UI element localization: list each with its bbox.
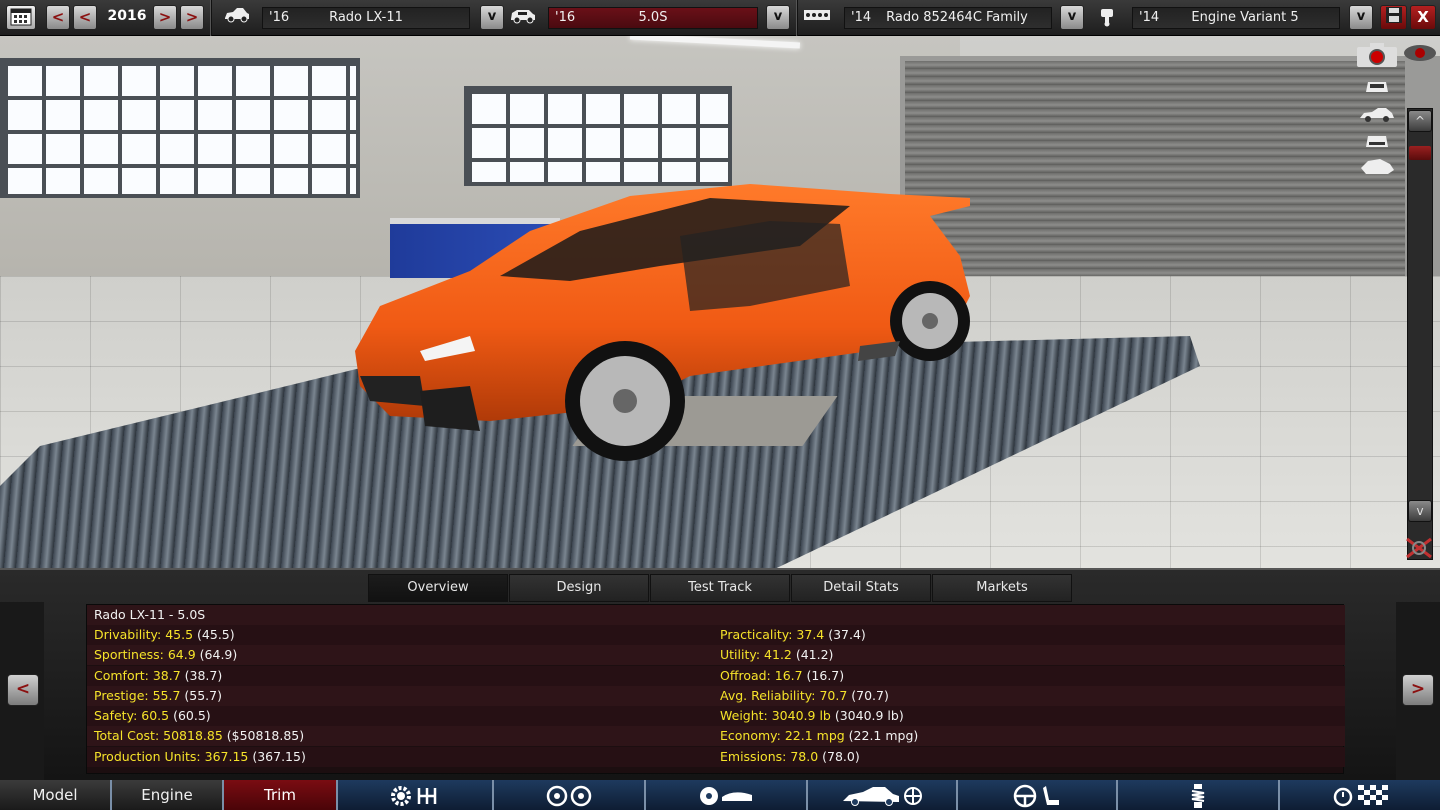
reset-view-icon[interactable] <box>1402 534 1436 562</box>
front-view-icon[interactable] <box>1358 76 1396 96</box>
trim-name: 5.0S <box>638 10 668 25</box>
stat-row: Production Units: 367.15 (367.15) Emissi… <box>87 747 1345 767</box>
garage-window-left <box>0 58 360 198</box>
model-name: Rado LX-11 <box>329 10 403 25</box>
car-body-icon <box>841 786 923 806</box>
year-next-button[interactable]: > <box>153 5 177 30</box>
engine-block-icon <box>802 7 832 29</box>
year-display: 2016 <box>107 8 147 24</box>
nav-wheels[interactable] <box>494 780 646 810</box>
perspective-view-icon[interactable] <box>1358 156 1396 176</box>
stat-row: Comfort: 38.7 (38.7) Offroad: 16.7 (16.7… <box>87 666 1345 686</box>
stat-offroad: Offroad: 16.7 (16.7) <box>720 668 845 683</box>
zoom-down-button[interactable]: v <box>1408 500 1432 522</box>
tab-test-track[interactable]: Test Track <box>650 574 790 602</box>
engine-variant-select[interactable]: '14 Engine Variant 5 <box>1132 7 1340 29</box>
engine-variant-dropdown-button[interactable]: v <box>1349 5 1373 30</box>
close-button[interactable]: X <box>1410 5 1436 30</box>
stopwatch-icon <box>1332 786 1354 806</box>
stat-sportiness: Sportiness: 64.9 (64.9) <box>94 647 238 662</box>
camera-record-icon[interactable] <box>1356 42 1398 68</box>
brake-disc-icon <box>698 786 754 805</box>
tab-design[interactable]: Design <box>509 574 649 602</box>
year-prev-button[interactable]: < <box>73 5 97 30</box>
trim-dropdown-button[interactable]: v <box>766 5 790 30</box>
engine-variant-name: Engine Variant 5 <box>1191 10 1299 25</box>
overview-stats: Rado LX-11 - 5.0S Drivability: 45.5 (45.… <box>86 604 1345 774</box>
eye-view-icon[interactable] <box>1402 40 1438 66</box>
piston-icon <box>1092 7 1122 29</box>
nav-chassis-gearbox[interactable] <box>338 780 494 810</box>
zoom-scroll-thumb[interactable] <box>1409 146 1431 160</box>
model-dropdown-button[interactable]: v <box>480 5 504 30</box>
side-view-icon[interactable] <box>1358 104 1396 124</box>
save-icon[interactable] <box>1380 5 1407 30</box>
steering-wheel-icon <box>1013 784 1037 807</box>
stat-safety: Safety: 60.5 (60.5) <box>94 708 211 723</box>
previous-page-button[interactable]: < <box>7 674 39 706</box>
stat-economy: Economy: 22.1 mpg (22.1 mpg) <box>720 728 919 743</box>
nav-engine[interactable]: Engine <box>112 780 224 810</box>
trim-select[interactable]: '16 5.0S <box>548 7 758 29</box>
nav-testing[interactable] <box>1280 780 1440 810</box>
model-select[interactable]: '16 Rado LX-11 <box>262 7 470 29</box>
stat-practicality: Practicality: 37.4 (37.4) <box>720 627 866 642</box>
stat-row: Prestige: 55.7 (55.7) Avg. Reliability: … <box>87 686 1345 706</box>
engine-family-name: Rado 852464C Family <box>886 10 1028 25</box>
shock-absorber-icon <box>1188 783 1208 808</box>
stat-row: Safety: 60.5 (60.5) Weight: 3040.9 lb (3… <box>87 706 1345 726</box>
stats-title-row: Rado LX-11 - 5.0S <box>87 605 1345 625</box>
stat-reliability: Avg. Reliability: 70.7 (70.7) <box>720 688 889 703</box>
trim-icon <box>508 7 538 29</box>
car-model-render <box>355 184 970 461</box>
stat-prestige: Prestige: 55.7 (55.7) <box>94 688 222 703</box>
car-model-icon <box>222 7 252 29</box>
checkered-flag-icon <box>1358 784 1389 805</box>
top-toolbar: < < 2016 > > '16 Rado LX-11 v '16 5.0S v… <box>0 0 1440 36</box>
tab-markets[interactable]: Markets <box>932 574 1072 602</box>
stat-drivability: Drivability: 45.5 (45.5) <box>94 627 235 642</box>
wheel-icon <box>546 785 592 806</box>
bottom-navigation: Model Engine Trim <box>0 780 1440 810</box>
zoom-up-button[interactable]: ^ <box>1408 110 1432 132</box>
stat-total-cost: Total Cost: 50818.85 ($50818.85) <box>94 728 305 743</box>
engine-family-dropdown-button[interactable]: v <box>1060 5 1084 30</box>
engine-family-select[interactable]: '14 Rado 852464C Family <box>844 7 1052 29</box>
nav-model[interactable]: Model <box>0 780 112 810</box>
gearbox-icon <box>416 786 440 804</box>
seat-icon <box>1041 785 1061 805</box>
nav-aero-cooling[interactable] <box>808 780 958 810</box>
toolbar-divider <box>210 0 212 36</box>
nav-brakes[interactable] <box>646 780 808 810</box>
tab-overview[interactable]: Overview <box>368 574 508 602</box>
toolbar-divider <box>796 0 798 36</box>
tab-detail-stats[interactable]: Detail Stats <box>791 574 931 602</box>
car-title: Rado LX-11 - 5.0S <box>94 607 206 622</box>
next-page-button[interactable]: > <box>1402 674 1434 706</box>
stat-weight: Weight: 3040.9 lb (3040.9 lb) <box>720 708 904 723</box>
stat-row: Drivability: 45.5 (45.5) Practicality: 3… <box>87 625 1345 645</box>
stat-comfort: Comfort: 38.7 (38.7) <box>94 668 223 683</box>
nav-trim[interactable]: Trim <box>224 780 338 810</box>
gear-icon <box>390 785 412 806</box>
stat-production-units: Production Units: 367.15 (367.15) <box>94 749 306 764</box>
stat-row: Sportiness: 64.9 (64.9) Utility: 41.2 (4… <box>87 645 1345 665</box>
stat-utility: Utility: 41.2 (41.2) <box>720 647 834 662</box>
year-next-fast-button[interactable]: > <box>180 5 204 30</box>
calendar-icon[interactable] <box>6 5 36 30</box>
info-panel: Overview Design Test Track Detail Stats … <box>0 568 1440 782</box>
year-prev-fast-button[interactable]: < <box>46 5 70 30</box>
nav-suspension[interactable] <box>1118 780 1280 810</box>
garage-window-center <box>464 86 732 186</box>
panel-tabs: Overview Design Test Track Detail Stats … <box>368 574 1073 602</box>
nav-interior[interactable] <box>958 780 1118 810</box>
stat-emissions: Emissions: 78.0 (78.0) <box>720 749 860 764</box>
rear-view-icon[interactable] <box>1358 130 1396 150</box>
stat-row: Total Cost: 50818.85 ($50818.85) Economy… <box>87 726 1345 746</box>
zoom-scrollbar[interactable] <box>1407 108 1433 560</box>
car-viewport[interactable]: ^ v <box>0 36 1440 568</box>
